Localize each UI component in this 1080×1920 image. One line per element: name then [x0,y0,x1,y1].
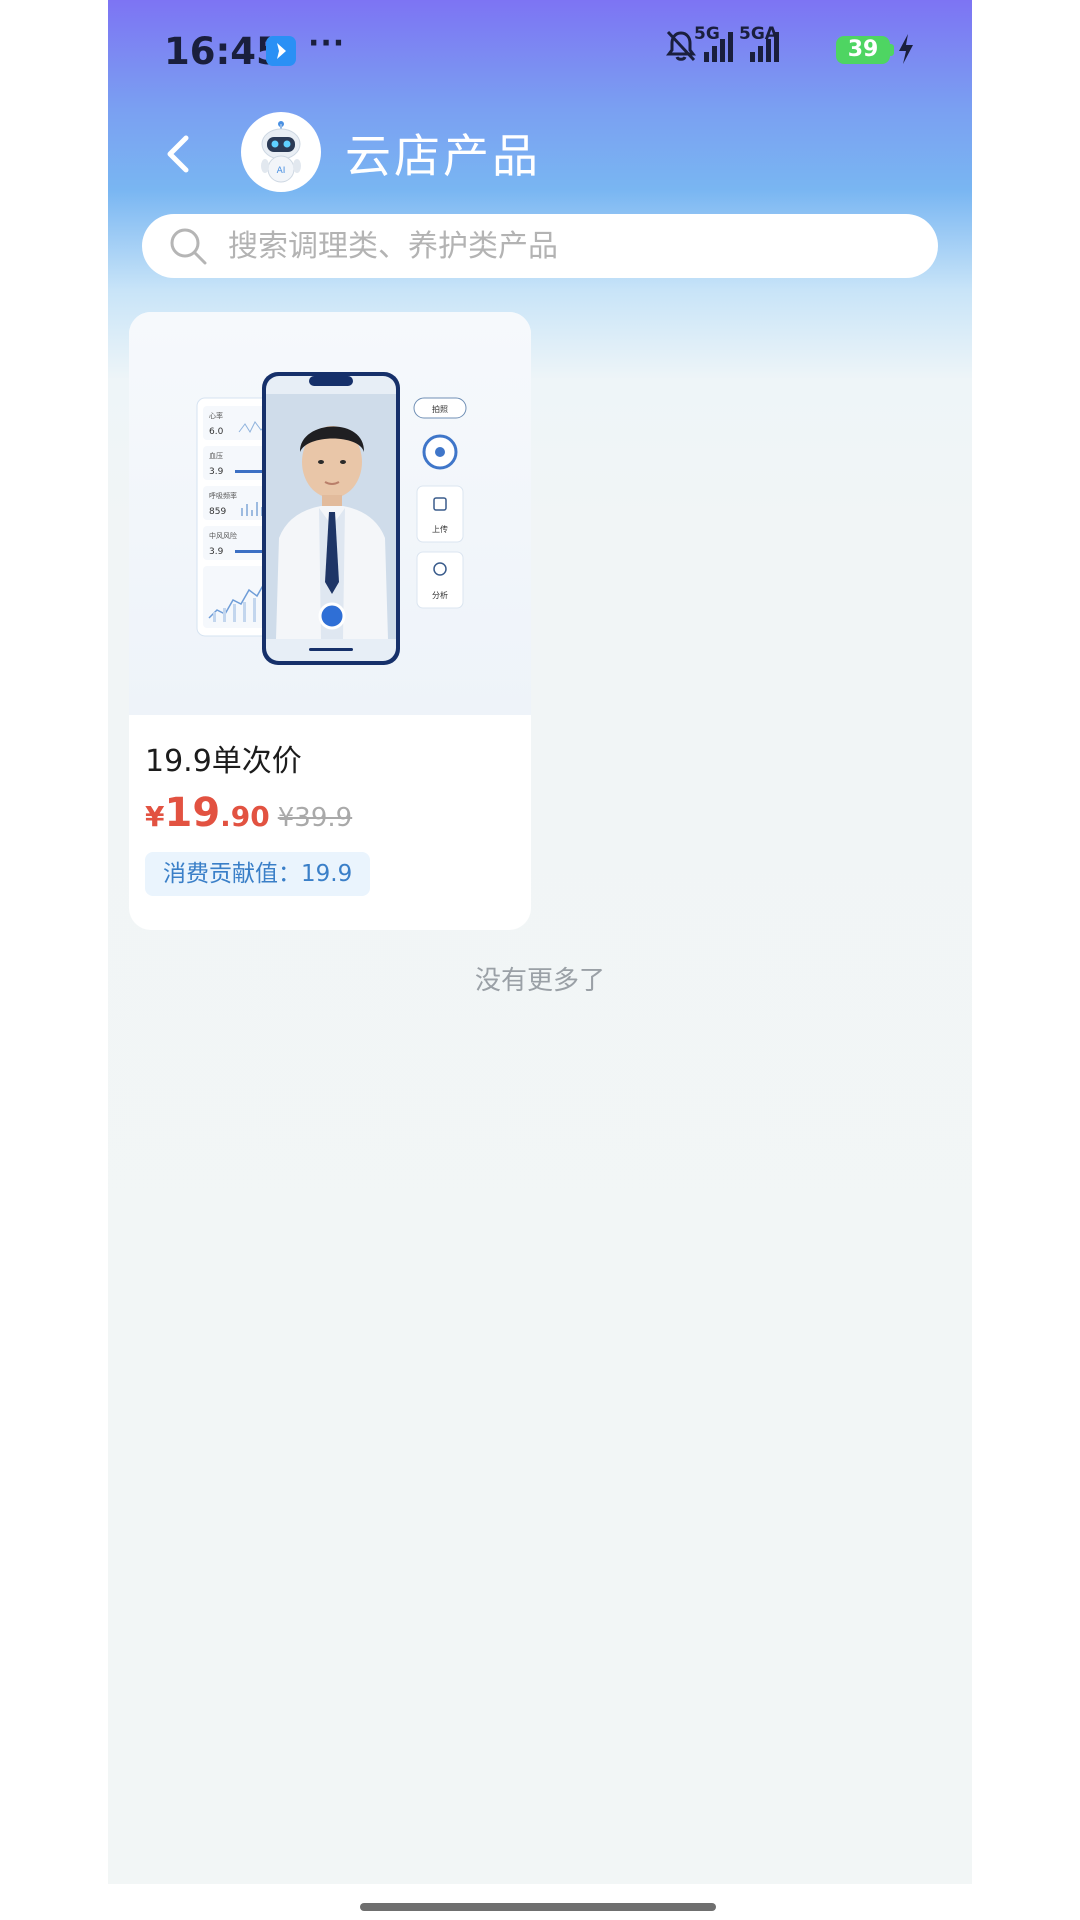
product-name: 19.9单次价 [145,744,302,779]
svg-text:AI: AI [277,166,286,176]
upload-label: 上传 [432,524,448,534]
chevron-left-icon [167,135,189,173]
metric-value: 3.9 [209,467,224,477]
search-bar[interactable] [142,214,938,278]
price-row: ¥19.90 ¥39.9 [145,790,352,840]
app-screen: 16:45 ··· 5G 5GA 39 AI 云店产品 搜索调理类、养护类产品 … [108,0,972,1884]
contribution-badge: 消费贡献值：19.9 [145,852,371,896]
more-notifications-icon: ··· [308,26,346,61]
battery-indicator: 39 [836,36,894,64]
mute-bell-icon [666,30,696,62]
home-indicator[interactable] [360,1903,716,1911]
metric-label: 心率 [209,411,223,420]
metric-value: 3.9 [209,547,224,557]
metric-value: 859 [209,507,226,517]
list-end-text: 没有更多了 [474,966,605,996]
status-bar: 16:45 ··· 5G 5GA 39 [108,0,972,104]
search-input[interactable] [228,214,908,278]
capture-label: 拍照 [432,404,448,414]
ai-robot-avatar: AI [241,112,321,192]
page-header: AI 云店产品 [108,104,972,204]
analyze-label: 分析 [432,590,448,600]
app-notification-icon [266,36,296,66]
search-icon [170,228,207,265]
product-image: 心率 6.0 血压 3.9 呼吸频率 859 中风风险 3.9 拍照 上传 分析 [129,312,531,715]
price-currency: ¥ [145,800,165,833]
signal-icon [704,32,733,62]
metric-label: 中风风险 [209,531,237,540]
product-card[interactable]: 心率 6.0 血压 3.9 呼吸频率 859 中风风险 3.9 拍照 上传 分析… [129,312,531,930]
metric-label: 呼吸频率 [209,491,237,500]
price-integer: 19 [164,790,221,836]
metric-label: 血压 [209,451,223,460]
status-time: 16:45 [164,30,282,73]
signal-icon [750,32,779,62]
original-price: ¥39.9 [277,803,353,833]
price-decimal: .90 [220,800,270,833]
metric-value: 6.0 [209,427,224,437]
page-title: 云店产品 [345,129,541,183]
back-button[interactable] [148,124,208,184]
charging-bolt-icon [899,34,913,64]
battery-level: 39 [847,37,879,62]
